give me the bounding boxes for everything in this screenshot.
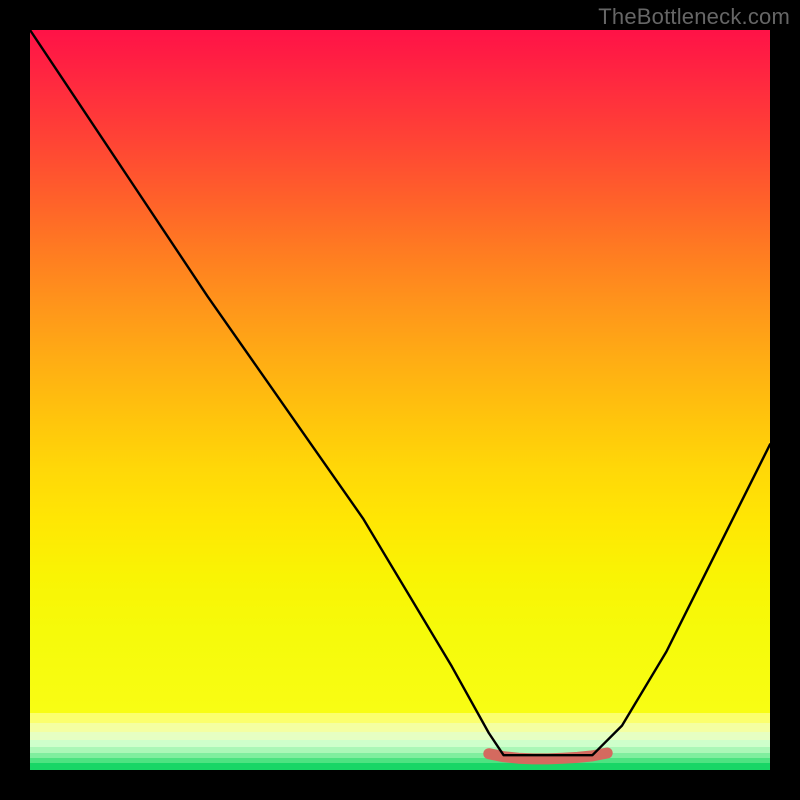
plot-area xyxy=(30,30,770,770)
bottleneck-curve xyxy=(30,30,770,755)
curve-layer xyxy=(30,30,770,770)
watermark-text: TheBottleneck.com xyxy=(598,4,790,30)
chart-frame: TheBottleneck.com xyxy=(0,0,800,800)
